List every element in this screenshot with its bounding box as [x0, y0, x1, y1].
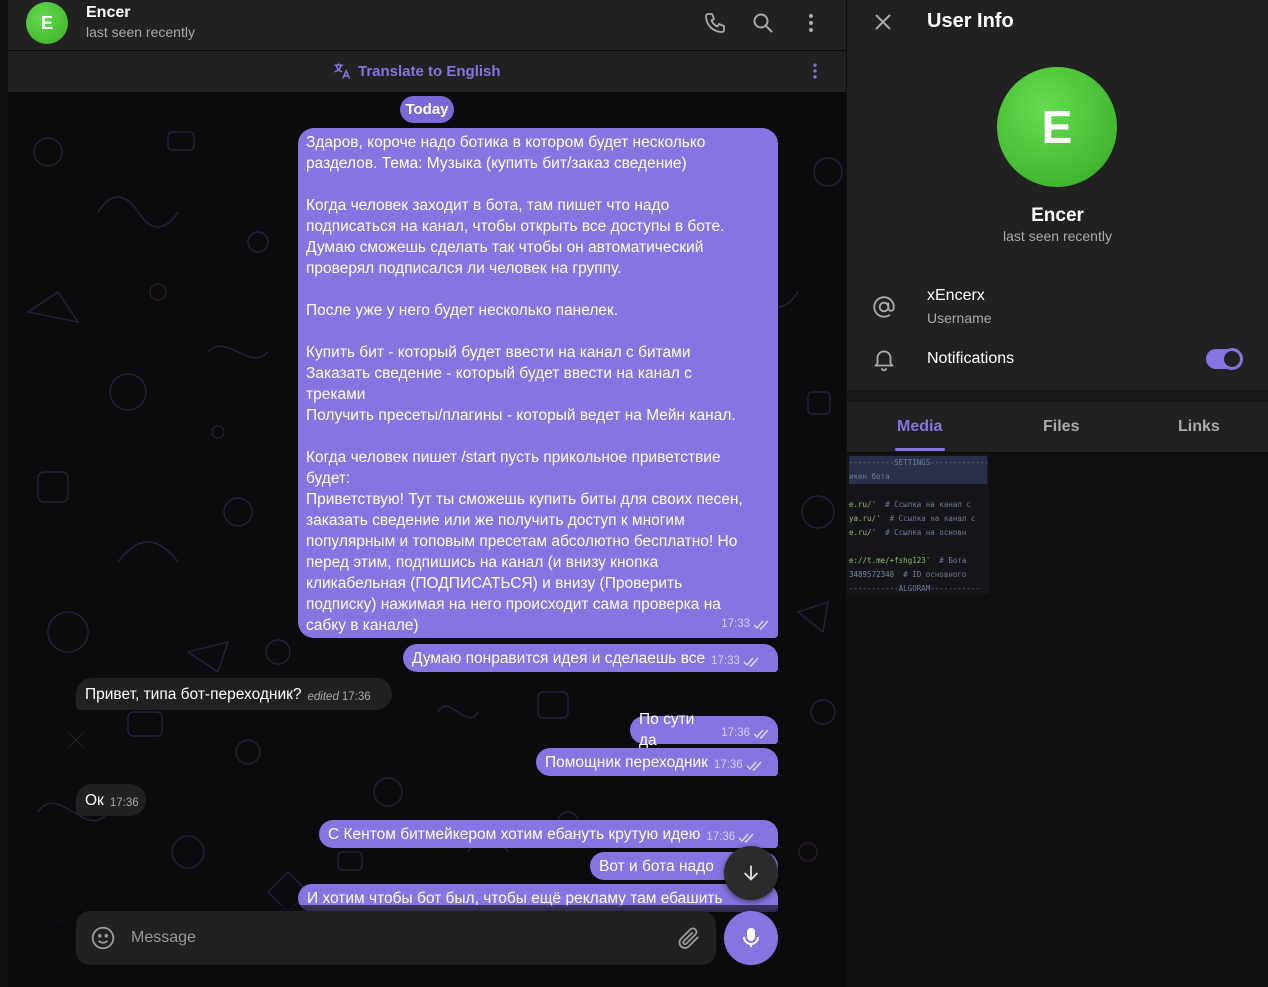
avatar-letter: E	[40, 12, 53, 33]
message-time: 17:33	[711, 655, 740, 667]
media-grid: ----------SETTINGS------------- икен бот…	[847, 452, 1268, 987]
avatar-letter: E	[1041, 101, 1073, 153]
panel-title: User Info	[927, 10, 1014, 32]
message-time: 17:33	[721, 618, 750, 630]
message-meta: 17:36	[714, 755, 763, 776]
more-vertical-icon[interactable]	[798, 10, 824, 36]
date-divider: Today	[400, 96, 454, 123]
phone-icon[interactable]	[702, 10, 728, 36]
peer-avatar[interactable]: E	[26, 2, 68, 44]
double-check-icon	[743, 657, 759, 667]
message-text: Вот и бота надо	[599, 857, 714, 875]
message-meta: 17:36	[110, 793, 139, 814]
chat-header: E Encer last seen recently	[8, 0, 846, 50]
double-check-icon	[753, 729, 769, 739]
double-check-icon	[738, 833, 754, 843]
attach-icon[interactable]	[676, 925, 702, 951]
peer-status: last seen recently	[86, 24, 195, 40]
translate-label: Translate to English	[358, 62, 501, 80]
mic-icon	[743, 928, 759, 947]
message-text: Привет, типа бот-переходник?	[85, 685, 302, 703]
message-meta: edited 17:36	[308, 687, 371, 708]
message-time: 17:36	[109, 797, 139, 809]
message-bubble-incoming[interactable]: Привет, типа бот-переходник? edited 17:3…	[76, 678, 392, 710]
notifications-toggle[interactable]	[1206, 348, 1243, 370]
username-label: Username	[927, 310, 992, 326]
media-thumbnail-image[interactable]: ----------SETTINGS------------- икен бот…	[847, 454, 989, 594]
at-icon	[871, 294, 897, 320]
emoji-icon[interactable]	[90, 925, 116, 951]
message-text: С Кентом битмейкером хотим ебануть круту…	[328, 825, 701, 843]
message-meta: 17:36	[721, 723, 770, 744]
message-time: 17:36	[341, 691, 371, 703]
profile-name: Encer	[1031, 205, 1084, 226]
message-meta: 17:33	[711, 651, 760, 672]
user-info-panel: User Info E Encer last seen recently xEn…	[847, 0, 1268, 987]
message-text: Помощник переходник	[545, 753, 708, 771]
message-text: Здаров, короче надо ботика в котором буд…	[306, 134, 743, 634]
active-tab-indicator	[895, 448, 945, 451]
translate-more-icon[interactable]	[804, 59, 826, 83]
message-bubble-outgoing[interactable]: По сути да 17:36	[630, 711, 778, 749]
message-time: 17:36	[706, 831, 736, 843]
double-check-icon	[753, 620, 769, 630]
message-bubble-outgoing[interactable]: Думаю понравится идея и сделаешь все 17:…	[403, 644, 778, 672]
edited-label: edited	[307, 691, 339, 703]
tab-media[interactable]: Media	[897, 418, 942, 436]
message-bubble-outgoing[interactable]: Здаров, короче надо ботика в котором буд…	[298, 128, 778, 638]
message-time: 17:36	[713, 759, 743, 771]
translate-icon	[334, 63, 351, 79]
toggle-knob	[1221, 348, 1243, 370]
profile-avatar[interactable]: E	[997, 67, 1117, 187]
message-bubble-outgoing[interactable]: Помощник переходник 17:36	[536, 748, 778, 776]
user-info-header: User Info E Encer last seen recently xEn…	[847, 0, 1268, 390]
message-text: По сути да	[639, 711, 695, 749]
message-composer	[76, 911, 716, 965]
voice-record-button[interactable]	[724, 911, 778, 965]
tab-links[interactable]: Links	[1178, 418, 1220, 436]
chat-column: E Encer last seen recently Translate to …	[8, 0, 846, 987]
shared-media-tabs: Media Files Links	[847, 402, 1268, 452]
message-text: Ок	[85, 791, 104, 809]
message-meta: 17:36	[706, 827, 755, 848]
message-meta: 17:33	[721, 614, 770, 635]
message-time: 17:36	[721, 727, 750, 739]
tab-files[interactable]: Files	[1043, 418, 1079, 436]
close-icon[interactable]	[871, 10, 895, 34]
section-divider	[847, 390, 1268, 402]
telegram-web-app: E Encer last seen recently Translate to …	[0, 0, 1268, 987]
search-icon[interactable]	[750, 10, 776, 36]
peer-name[interactable]: Encer	[86, 4, 130, 22]
translate-bar: Translate to English	[8, 51, 846, 92]
notifications-label: Notifications	[927, 350, 1015, 367]
translate-button[interactable]: Translate to English	[332, 61, 501, 81]
profile-status: last seen recently	[1003, 228, 1112, 244]
bell-icon	[871, 346, 897, 372]
double-check-icon	[746, 761, 762, 771]
message-text: Думаю понравится идея и сделаешь все	[412, 649, 706, 667]
arrow-down-icon	[743, 865, 759, 881]
username-value[interactable]: xEncerx	[927, 287, 985, 305]
message-bubble-outgoing[interactable]: С Кентом битмейкером хотим ебануть круту…	[319, 820, 778, 848]
message-input[interactable]	[131, 920, 651, 956]
scroll-to-bottom-button[interactable]	[724, 846, 778, 900]
message-bubble-incoming[interactable]: Ок 17:36	[76, 784, 146, 816]
